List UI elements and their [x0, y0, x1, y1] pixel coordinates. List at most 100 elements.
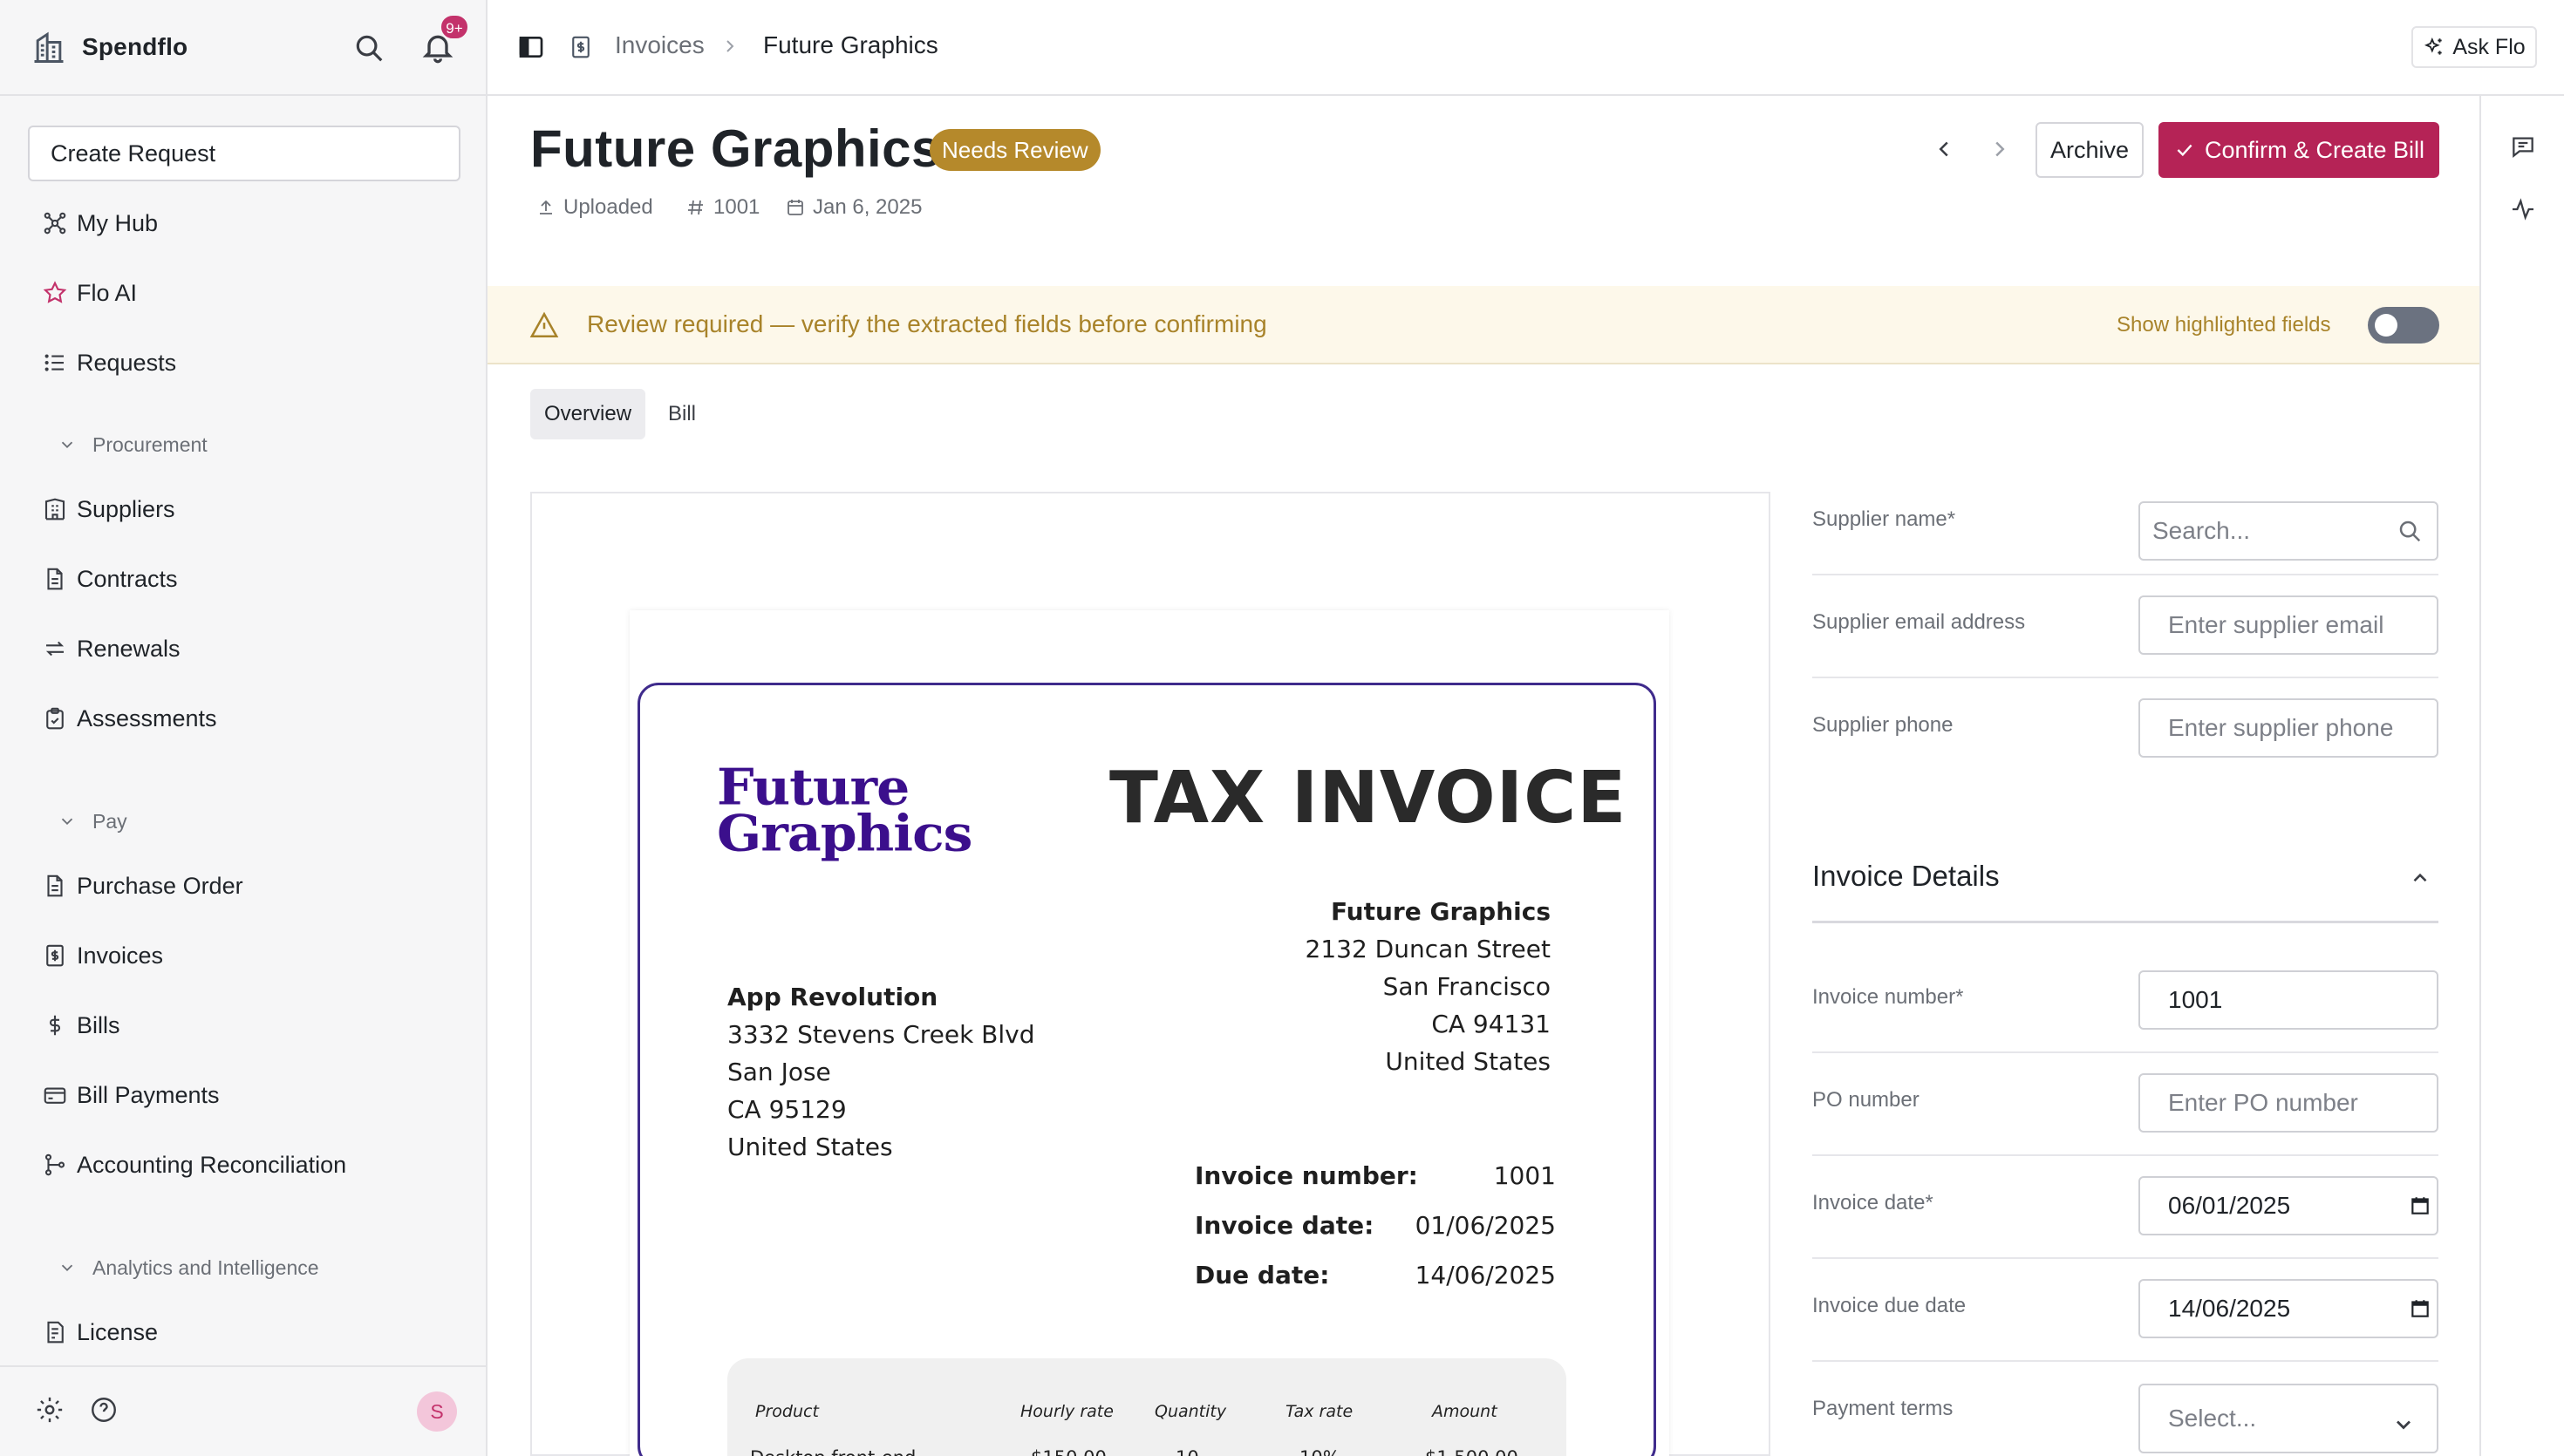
hash-icon [688, 200, 703, 215]
meta-number: 1001 [685, 195, 760, 220]
building-logo-icon [34, 31, 64, 63]
help-icon[interactable] [89, 1395, 119, 1425]
nav-label: Purchase Order [77, 872, 243, 899]
license-icon [47, 1321, 64, 1344]
nav-bills[interactable]: Bills [42, 1001, 120, 1050]
nav-suppliers[interactable]: Suppliers [42, 485, 175, 534]
nav-invoices[interactable]: Invoices [42, 931, 163, 980]
nav-purchase-order[interactable]: Purchase Order [42, 861, 243, 910]
comment-icon[interactable] [2509, 133, 2537, 160]
sidebar-footer: S [0, 1365, 486, 1456]
highlight-toggle[interactable] [2368, 307, 2439, 344]
section-label: Analytics and Intelligence [92, 1255, 319, 1279]
nav-bill-payments[interactable]: Bill Payments [42, 1071, 220, 1119]
from-street: 2132 Duncan Street [1305, 935, 1551, 963]
invoice-number-input[interactable] [2138, 970, 2438, 1030]
tab-bill[interactable]: Bill [654, 389, 710, 439]
divider [1812, 677, 2438, 678]
meta-key: Invoice date: [1195, 1211, 1374, 1240]
search-icon[interactable] [2397, 518, 2423, 544]
divider [1812, 1257, 2438, 1259]
nav-flo-ai[interactable]: Flo AI [42, 269, 137, 317]
due-date-input[interactable] [2138, 1279, 2438, 1338]
to-name: App Revolution [727, 983, 938, 1011]
section-analytics[interactable]: Analytics and Intelligence [58, 1250, 319, 1285]
activity-icon[interactable] [2509, 195, 2537, 223]
supplier-email-input[interactable] [2138, 595, 2438, 655]
meta-date: Jan 6, 2025 [785, 195, 922, 220]
highlight-toggle-label: Show highlighted fields [2117, 313, 2331, 337]
card-icon [44, 1087, 66, 1104]
to-street: 3332 Stevens Creek Blvd [727, 1020, 1035, 1049]
confirm-create-bill-button[interactable]: Confirm & Create Bill [2158, 122, 2439, 178]
nav-accounting-reconciliation[interactable]: Accounting Reconciliation [42, 1140, 346, 1189]
invoice-title: TAX INVOICE [1109, 757, 1627, 840]
nav-label: Assessments [77, 704, 217, 731]
nav-requests[interactable]: Requests [42, 338, 176, 387]
supplier-search-input[interactable] [2138, 501, 2438, 561]
po-number-input[interactable] [2138, 1073, 2438, 1133]
review-banner: Review required — verify the extracted f… [488, 286, 2479, 364]
invoice-to: App Revolution 3332 Stevens Creek Blvd S… [727, 978, 1035, 1166]
cell-quantity: 10 [1176, 1447, 1199, 1456]
status-badge: Needs Review [930, 129, 1101, 171]
col-hourly-rate: Hourly rate [1020, 1402, 1114, 1421]
nav-assessments[interactable]: Assessments [42, 694, 217, 743]
calendar-icon[interactable] [2409, 1194, 2431, 1217]
app-logo[interactable]: Spendflo [30, 28, 188, 66]
dollar-icon [50, 1015, 60, 1036]
confirm-label: Confirm & Create Bill [2204, 136, 2425, 163]
calendar-icon[interactable] [2409, 1297, 2431, 1320]
meta-date-text: Jan 6, 2025 [813, 195, 923, 219]
breadcrumb-invoices[interactable]: Invoices [615, 31, 705, 59]
nav-license[interactable]: License [42, 1308, 158, 1357]
from-name: Future Graphics [1330, 897, 1551, 926]
due-date-label: Invoice due date [1812, 1294, 1967, 1317]
right-rail [2479, 96, 2564, 1456]
chevron-down-icon [2397, 1420, 2411, 1430]
nav-label: Suppliers [77, 495, 175, 522]
avatar[interactable]: S [417, 1391, 457, 1432]
col-tax-rate: Tax rate [1285, 1402, 1354, 1421]
po-number-label: PO number [1812, 1088, 1920, 1112]
tab-overview[interactable]: Overview [530, 389, 646, 439]
supplier-name-label: Supplier name* [1812, 507, 1956, 531]
nav-my-hub[interactable]: My Hub [42, 199, 158, 248]
create-request-button[interactable]: Create Request [28, 126, 460, 181]
section-procurement[interactable]: Procurement [58, 427, 208, 462]
cell-product: Desktop front-end... [750, 1447, 933, 1456]
warning-icon [529, 311, 559, 338]
from-zip: CA 94131 [1431, 1010, 1551, 1038]
section-pay[interactable]: Pay [58, 804, 127, 839]
ask-flo-button[interactable]: Ask Flo [2411, 26, 2537, 68]
gear-icon[interactable] [35, 1395, 65, 1425]
meta-value: 1001 [1493, 1161, 1556, 1190]
nav-label: Accounting Reconciliation [77, 1151, 347, 1178]
sidebar-toggle-icon[interactable] [517, 33, 545, 61]
meta-value: 14/06/2025 [1415, 1261, 1556, 1289]
nav-label: My Hub [77, 209, 159, 236]
invoice-date-input[interactable] [2138, 1176, 2438, 1235]
chevron-down-icon [61, 818, 73, 826]
invoice-icon [572, 36, 590, 58]
previous-icon[interactable] [1931, 136, 1957, 162]
nav-label: License [77, 1318, 159, 1345]
invoice-from: Future Graphics 2132 Duncan Street San F… [1306, 893, 1551, 1080]
invoice-document: Future Graphics TAX INVOICE Future Graph… [638, 683, 1656, 1456]
search-icon[interactable] [352, 31, 385, 65]
archive-button[interactable]: Archive [2036, 122, 2144, 178]
invoice-meta-row: Due date: 14/06/2025 [1195, 1250, 1556, 1300]
supplier-phone-input[interactable] [2138, 698, 2438, 758]
toggle-knob [2375, 314, 2397, 337]
nav-renewals[interactable]: Renewals [42, 624, 181, 673]
to-city: San Jose [727, 1058, 831, 1086]
upload-icon [540, 200, 552, 214]
invoice-icon [46, 944, 64, 967]
app-name: Spendflo [82, 33, 188, 60]
chevron-up-icon[interactable] [2409, 867, 2431, 889]
nav-label: Requests [77, 349, 177, 376]
invoice-meta-row: Invoice date: 01/06/2025 [1195, 1201, 1556, 1250]
supplier-phone-label: Supplier phone [1812, 713, 1954, 737]
nav-contracts[interactable]: Contracts [42, 555, 178, 603]
next-icon[interactable] [1987, 136, 2013, 162]
